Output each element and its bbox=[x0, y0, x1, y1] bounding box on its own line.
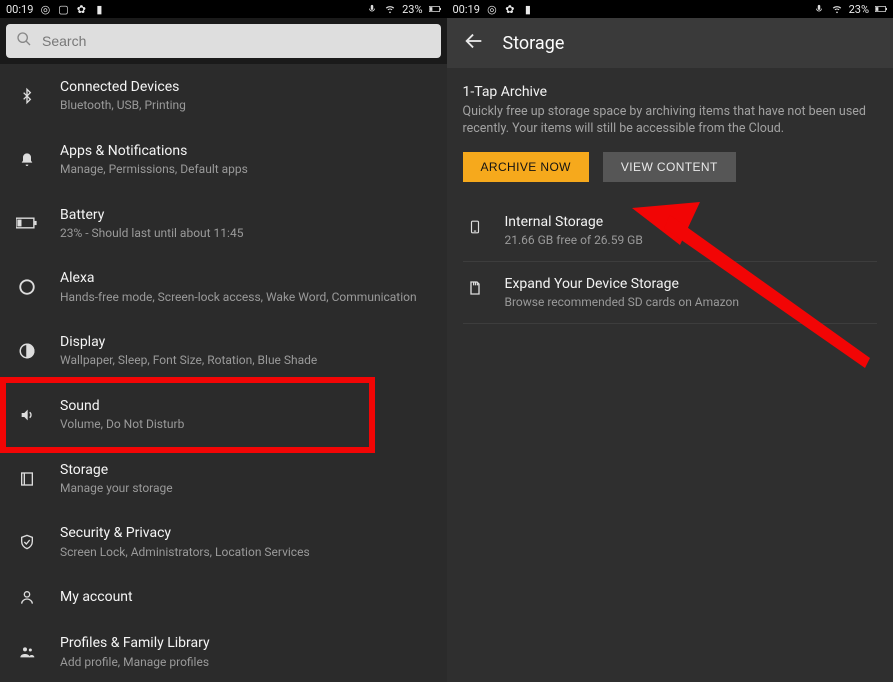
settings-item-profiles-family[interactable]: Profiles & Family Library Add profile, M… bbox=[0, 620, 447, 682]
wifi-icon bbox=[831, 3, 843, 15]
item-subtitle: Hands-free mode, Screen-lock access, Wak… bbox=[60, 290, 431, 306]
people-icon bbox=[12, 644, 42, 660]
settings-list: Connected Devices Bluetooth, USB, Printi… bbox=[0, 64, 447, 682]
item-subtitle: Bluetooth, USB, Printing bbox=[60, 98, 431, 114]
archive-description: Quickly free up storage space by archivi… bbox=[463, 104, 878, 138]
search-icon bbox=[16, 31, 32, 51]
status-time: 00:19 bbox=[453, 3, 480, 16]
item-subtitle: Manage your storage bbox=[60, 481, 431, 497]
item-title: Profiles & Family Library bbox=[60, 634, 431, 652]
item-subtitle: Wallpaper, Sleep, Font Size, Rotation, B… bbox=[60, 353, 431, 369]
mic-icon bbox=[813, 3, 825, 15]
item-title: Apps & Notifications bbox=[60, 142, 431, 160]
page-title: Storage bbox=[503, 33, 565, 54]
storage-content: 1-Tap Archive Quickly free up storage sp… bbox=[447, 68, 893, 324]
shield-check-icon bbox=[12, 533, 42, 551]
status-bar-left: 00:19 ◎ ▢ ✿ ▮ 23% bbox=[0, 0, 447, 18]
storage-panel: 00:19 ◎ ✿ ▮ 23% Storage 1-Tap Archive Qu… bbox=[447, 0, 893, 682]
battery-status-icon bbox=[429, 3, 441, 15]
card-icon: ▮ bbox=[93, 3, 105, 15]
storage-icon bbox=[12, 470, 42, 488]
sd-icon bbox=[463, 276, 487, 298]
person-icon bbox=[12, 588, 42, 606]
item-title: Display bbox=[60, 333, 431, 351]
item-title: Connected Devices bbox=[60, 78, 431, 96]
mic-icon bbox=[366, 3, 378, 15]
archive-heading: 1-Tap Archive bbox=[463, 84, 878, 100]
battery-pct: 23% bbox=[849, 3, 869, 16]
item-title: My account bbox=[60, 588, 431, 606]
volume-icon bbox=[12, 407, 42, 423]
battery-status-icon bbox=[875, 3, 887, 15]
search-box[interactable] bbox=[6, 24, 441, 58]
search-input[interactable] bbox=[42, 33, 431, 49]
settings-item-display[interactable]: Display Wallpaper, Sleep, Font Size, Rot… bbox=[0, 319, 447, 383]
search-bar bbox=[0, 18, 447, 64]
storage-item-internal[interactable]: Internal Storage 21.66 GB free of 26.59 … bbox=[463, 200, 878, 262]
settings-small-icon: ✿ bbox=[75, 3, 87, 15]
item-subtitle: Add profile, Manage profiles bbox=[60, 655, 431, 671]
storage-item-subtitle: 21.66 GB free of 26.59 GB bbox=[505, 233, 643, 247]
settings-item-security-privacy[interactable]: Security & Privacy Screen Lock, Administ… bbox=[0, 510, 447, 574]
item-subtitle: 23% - Should last until about 11:45 bbox=[60, 226, 431, 242]
battery-pct: 23% bbox=[402, 3, 422, 16]
item-subtitle: Screen Lock, Administrators, Location Se… bbox=[60, 545, 431, 561]
bluetooth-icon bbox=[12, 86, 42, 106]
settings-item-alexa[interactable]: Alexa Hands-free mode, Screen-lock acces… bbox=[0, 255, 447, 319]
item-subtitle: Manage, Permissions, Default apps bbox=[60, 162, 431, 178]
picture-icon: ▢ bbox=[57, 3, 69, 15]
item-title: Battery bbox=[60, 206, 431, 224]
status-time: 00:19 bbox=[6, 3, 33, 16]
archive-now-button[interactable]: ARCHIVE NOW bbox=[463, 152, 589, 182]
card-icon: ▮ bbox=[522, 3, 534, 15]
sync-icon: ◎ bbox=[486, 3, 498, 15]
settings-item-storage[interactable]: Storage Manage your storage bbox=[0, 447, 447, 511]
circle-icon bbox=[12, 278, 42, 296]
contrast-icon bbox=[12, 342, 42, 360]
item-title: Storage bbox=[60, 461, 431, 479]
settings-item-sound[interactable]: Sound Volume, Do Not Disturb bbox=[0, 383, 447, 447]
storage-item-title: Internal Storage bbox=[505, 214, 643, 230]
item-title: Alexa bbox=[60, 269, 431, 287]
item-title: Sound bbox=[60, 397, 431, 415]
settings-panel: 00:19 ◎ ▢ ✿ ▮ 23% bbox=[0, 0, 447, 682]
sync-icon: ◎ bbox=[39, 3, 51, 15]
settings-item-apps-notifications[interactable]: Apps & Notifications Manage, Permissions… bbox=[0, 128, 447, 192]
page-header: Storage bbox=[447, 18, 893, 68]
back-button[interactable] bbox=[463, 30, 485, 56]
settings-item-battery[interactable]: Battery 23% - Should last until about 11… bbox=[0, 192, 447, 256]
phone-icon bbox=[463, 214, 487, 238]
storage-item-expand[interactable]: Expand Your Device Storage Browse recomm… bbox=[463, 262, 878, 324]
view-content-button[interactable]: VIEW CONTENT bbox=[603, 152, 736, 182]
settings-item-my-account[interactable]: My account bbox=[0, 574, 447, 620]
status-bar-right: 00:19 ◎ ✿ ▮ 23% bbox=[447, 0, 893, 18]
storage-item-title: Expand Your Device Storage bbox=[505, 276, 740, 292]
battery-icon bbox=[12, 217, 42, 229]
item-subtitle: Volume, Do Not Disturb bbox=[60, 417, 431, 433]
item-title: Security & Privacy bbox=[60, 524, 431, 542]
bell-icon bbox=[12, 151, 42, 169]
wifi-icon bbox=[384, 3, 396, 15]
storage-item-subtitle: Browse recommended SD cards on Amazon bbox=[505, 295, 740, 309]
settings-item-connected-devices[interactable]: Connected Devices Bluetooth, USB, Printi… bbox=[0, 64, 447, 128]
settings-small-icon: ✿ bbox=[504, 3, 516, 15]
